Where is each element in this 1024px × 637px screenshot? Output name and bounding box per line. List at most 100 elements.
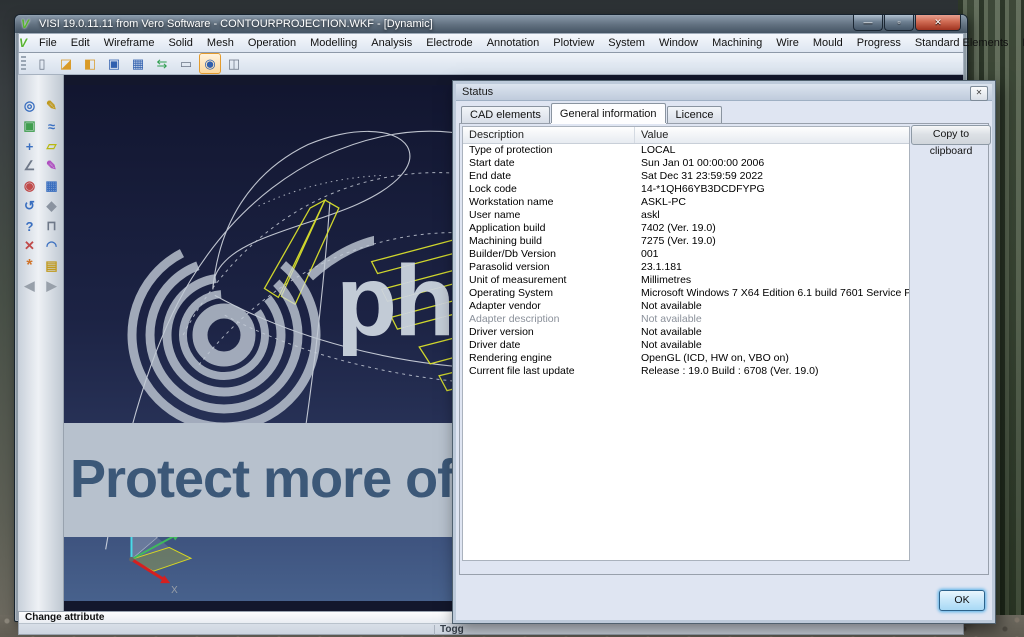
new-file-button[interactable]: ▯ xyxy=(31,53,53,74)
window-title: VISI 19.0.11.11 from Vero Software - CON… xyxy=(39,18,433,30)
menu-machining[interactable]: Machining xyxy=(705,35,769,51)
table-header: Description Value xyxy=(463,127,909,144)
toolbar-grip[interactable] xyxy=(21,56,26,72)
menu-progress[interactable]: Progress xyxy=(850,35,908,51)
menu-operation[interactable]: Operation xyxy=(241,35,303,51)
menu-flow[interactable]: Flow xyxy=(1015,35,1024,51)
zoom-plus-icon[interactable]: + xyxy=(21,137,39,155)
menu-mould[interactable]: Mould xyxy=(806,35,850,51)
menu-mesh[interactable]: Mesh xyxy=(200,35,241,51)
maximize-icon: ▫ xyxy=(897,17,900,27)
menu-file[interactable]: File xyxy=(32,35,64,51)
table-row: Workstation nameASKL-PC xyxy=(463,196,909,209)
menu-plotview[interactable]: Plotview xyxy=(546,35,601,51)
toggle-button[interactable]: Togg xyxy=(434,625,464,635)
print-button[interactable]: ▭ xyxy=(175,53,197,74)
navigator-wheel-icon[interactable]: * xyxy=(21,257,39,275)
menu-window[interactable]: Window xyxy=(652,35,705,51)
menu-standard-elements[interactable]: Standard Elements xyxy=(908,35,1016,51)
table-row: Parasolid version23.1.181 xyxy=(463,261,909,274)
sketch-pencil-icon[interactable]: ✎ xyxy=(43,157,61,175)
dialog-title: Status xyxy=(462,86,493,98)
undo-back-icon[interactable]: ◀ xyxy=(21,277,39,295)
menu-wireframe[interactable]: Wireframe xyxy=(97,35,162,51)
table-row: Start dateSun Jan 01 00:00:00 2006 xyxy=(463,157,909,170)
new-file-icon: ▯ xyxy=(38,56,45,72)
table-row: Application build7402 (Ver. 19.0) xyxy=(463,222,909,235)
maximize-button[interactable]: ▫ xyxy=(884,15,914,31)
axis-x-label: X xyxy=(171,585,178,596)
table-row: Current file last updateRelease : 19.0 B… xyxy=(463,365,909,378)
window-titlebar[interactable]: V VISI 19.0.11.11 from Vero Software - C… xyxy=(15,15,967,33)
attributes-palette-icon[interactable]: ◉ xyxy=(21,177,39,195)
export-model-button[interactable]: ⇆ xyxy=(151,53,173,74)
zoom-region-icon[interactable]: ◎ xyxy=(21,97,39,115)
ok-button[interactable]: OK xyxy=(939,590,985,611)
table-row: Adapter descriptionNot available xyxy=(463,313,909,326)
split-view-button[interactable]: ◫ xyxy=(223,53,245,74)
save-all-button[interactable]: ▦ xyxy=(127,53,149,74)
menu-solid[interactable]: Solid xyxy=(161,35,199,51)
tab-licence[interactable]: Licence xyxy=(667,106,723,123)
standard-toolbar: ▯ ◪ ◧ ▣ ▦ ⇆ ▭ ◉ ◫ xyxy=(18,53,964,75)
menu-bar: V File Edit Wireframe Solid Mesh Operati… xyxy=(18,33,964,53)
help-icon[interactable]: ? xyxy=(21,217,39,235)
save-button[interactable]: ▣ xyxy=(103,53,125,74)
minimize-button[interactable]: — xyxy=(853,15,883,31)
profile-polyline-icon[interactable]: ▱ xyxy=(43,137,61,155)
table-row: Driver versionNot available xyxy=(463,326,909,339)
grid-plane-icon[interactable]: ▦ xyxy=(43,177,61,195)
arc-compass-icon[interactable]: ◠ xyxy=(43,237,61,255)
status-dialog: Status ✕ CAD elements General informatio… xyxy=(452,80,996,624)
menu-electrode[interactable]: Electrode xyxy=(419,35,479,51)
preview-zoom-button[interactable]: ◉ xyxy=(199,53,221,74)
menu-edit[interactable]: Edit xyxy=(64,35,97,51)
caption-buttons: — ▫ ✕ xyxy=(852,15,961,31)
edit-pencil-icon[interactable]: ✎ xyxy=(43,97,61,115)
print-icon: ▭ xyxy=(180,56,192,72)
table-row: Operating SystemMicrosoft Windows 7 X64 … xyxy=(463,287,909,300)
column-description[interactable]: Description xyxy=(463,127,635,143)
menu-system[interactable]: System xyxy=(601,35,652,51)
folder-edit-icon[interactable]: ▤ xyxy=(43,257,61,275)
menu-wire[interactable]: Wire xyxy=(769,35,806,51)
menu-modelling[interactable]: Modelling xyxy=(303,35,364,51)
save-icon: ▣ xyxy=(108,56,120,72)
tab-cad-elements[interactable]: CAD elements xyxy=(461,106,550,123)
redo-forward-icon[interactable]: ▶ xyxy=(43,277,61,295)
open-folder-button[interactable]: ◪ xyxy=(55,53,77,74)
dialog-tabs: CAD elements General information Licence xyxy=(461,105,723,123)
menu-annotation[interactable]: Annotation xyxy=(480,35,547,51)
table-row: Rendering engineOpenGL (ICD, HW on, VBO … xyxy=(463,352,909,365)
table-row: Builder/Db Version001 xyxy=(463,248,909,261)
dialog-close-button[interactable]: ✕ xyxy=(970,86,988,101)
tab-content-panel: Description Value Type of protectionLOCA… xyxy=(459,123,989,575)
table-row: Driver dateNot available xyxy=(463,339,909,352)
visi-menu-icon: V xyxy=(19,37,27,50)
minimize-icon: — xyxy=(864,17,873,27)
open-part-button[interactable]: ◧ xyxy=(79,53,101,74)
tab-general-information[interactable]: General information xyxy=(551,103,666,123)
menu-analysis[interactable]: Analysis xyxy=(364,35,419,51)
curve-edit-icon[interactable]: ≈ xyxy=(43,117,61,135)
split-view-icon: ◫ xyxy=(228,56,240,72)
export-model-icon: ⇆ xyxy=(157,56,168,72)
select-frame-icon[interactable]: ▣ xyxy=(21,117,39,135)
table-row: Unit of measurementMillimetres xyxy=(463,274,909,287)
dialog-titlebar[interactable]: Status ✕ xyxy=(456,84,992,101)
tool-sidebar: ◎ ✎ ▣ ≈ + ▱ ∠ ✎ ◉ ▦ ↺ ◆ ? ⊓ ✕ ◠ * ▤ ◀ ▶ xyxy=(18,75,64,611)
regenerate-icon[interactable]: ↺ xyxy=(21,197,39,215)
copy-to-clipboard-button[interactable]: Copy to clipboard xyxy=(911,125,991,145)
table-row: User nameaskl xyxy=(463,209,909,222)
solid-cube-icon[interactable]: ◆ xyxy=(43,197,61,215)
table-row: Adapter vendorNot available xyxy=(463,300,909,313)
open-folder-icon: ◪ xyxy=(60,56,72,72)
delete-element-icon[interactable]: ✕ xyxy=(21,237,39,255)
workplane-icon[interactable]: ∠ xyxy=(21,157,39,175)
table-row: Machining build7275 (Ver. 19.0) xyxy=(463,235,909,248)
save-all-icon: ▦ xyxy=(132,56,144,72)
column-value[interactable]: Value xyxy=(635,127,909,143)
axis-z-label: z xyxy=(126,498,131,509)
measure-icon[interactable]: ⊓ xyxy=(43,217,61,235)
close-button[interactable]: ✕ xyxy=(915,15,961,31)
